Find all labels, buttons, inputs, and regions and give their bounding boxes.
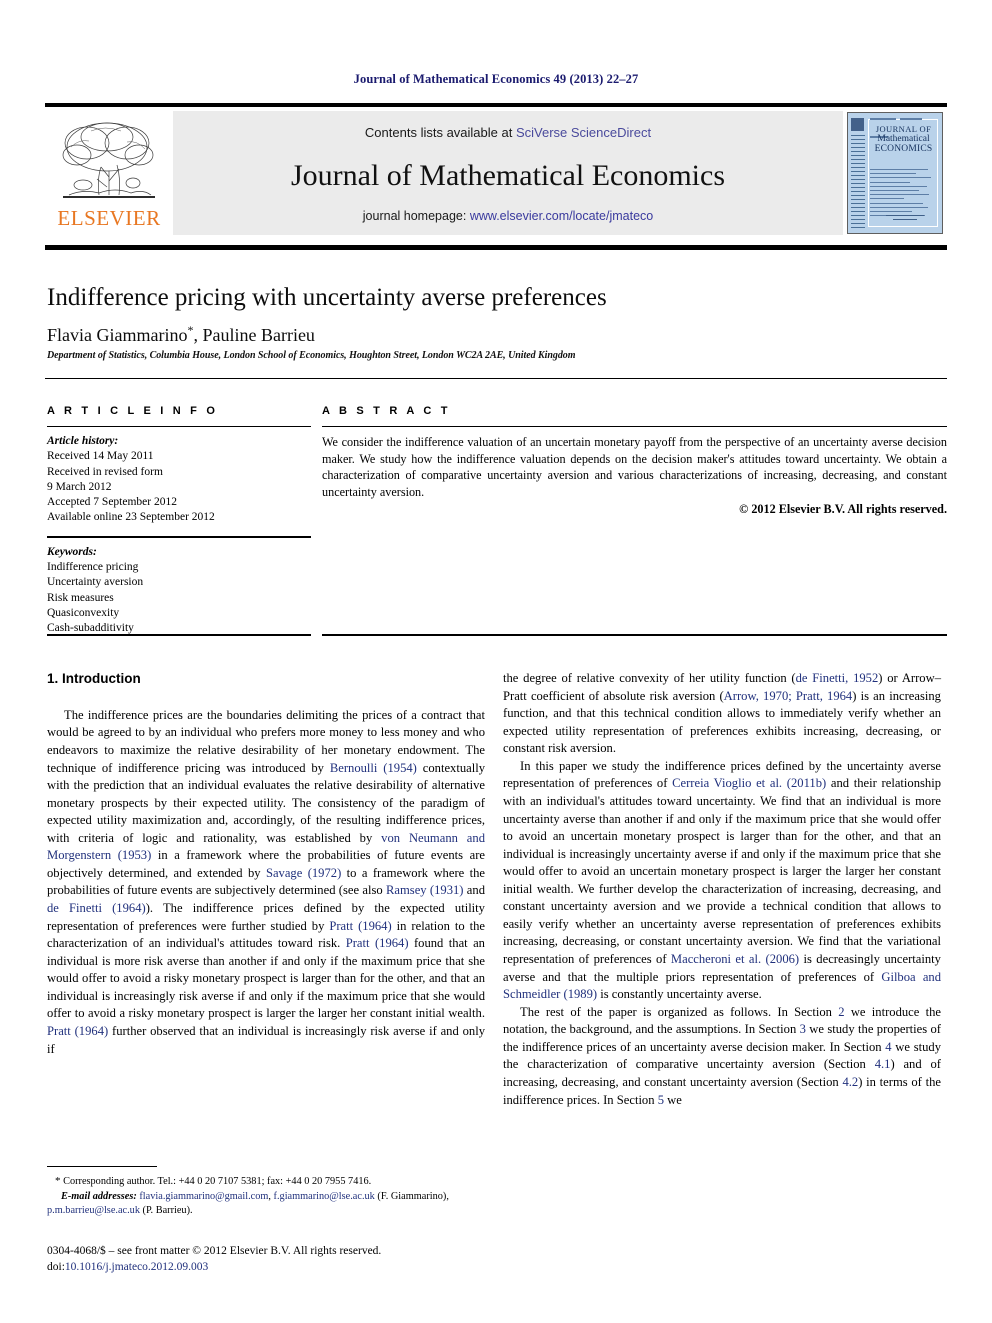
author-rest: , Pauline Barrieu xyxy=(193,325,315,345)
abstract-text: We consider the indifference valuation o… xyxy=(322,435,947,499)
abstract-copyright: © 2012 Elsevier B.V. All rights reserved… xyxy=(739,502,947,517)
running-head: Journal of Mathematical Economics 49 (20… xyxy=(353,72,639,86)
footnote-block: * Corresponding author. Tel.: +44 0 20 7… xyxy=(47,1174,485,1219)
sciencedirect-link[interactable]: SciVerse ScienceDirect xyxy=(516,125,651,140)
email-label: E-mail addresses: xyxy=(61,1190,137,1202)
cover-title-line2: Mathematical xyxy=(877,134,930,145)
elsevier-tree-icon xyxy=(62,122,155,198)
journal-title: Journal of Mathematical Economics xyxy=(290,158,726,192)
asterisk-icon: * xyxy=(55,1175,61,1187)
journal-cover-wrap: JOURNAL OF Mathematical ECONOMICS xyxy=(843,111,947,235)
email-note: E-mail addresses: flavia.giammarino@gmai… xyxy=(47,1190,485,1219)
section-heading-introduction: 1. Introduction xyxy=(47,671,141,686)
contents-available-line: Contents lists available at SciVerse Sci… xyxy=(365,125,651,140)
article-info-rule xyxy=(47,426,311,427)
email-link-1[interactable]: flavia.giammarino@gmail.com xyxy=(139,1191,268,1202)
history-item: 9 March 2012 xyxy=(47,480,112,493)
abstract-bottom-rule xyxy=(322,634,947,636)
author-list: Flavia Giammarino*, Pauline Barrieu xyxy=(47,323,927,346)
abstract-rule xyxy=(322,426,947,427)
homepage-prefix: journal homepage: xyxy=(362,209,470,223)
elsevier-wordmark: ELSEVIER xyxy=(57,206,161,230)
cover-title-line1: JOURNAL OF xyxy=(875,124,932,134)
article-history-label: Article history: xyxy=(47,435,119,447)
imprint-block: 0304-4068/$ – see front matter © 2012 El… xyxy=(47,1243,507,1275)
doi-link[interactable]: 10.1016/j.jmateco.2012.09.003 xyxy=(65,1261,208,1273)
title-bottom-rule xyxy=(45,378,947,379)
footnote-rule xyxy=(47,1166,157,1167)
author-affiliation: Department of Statistics, Columbia House… xyxy=(47,350,576,361)
email-link-3[interactable]: p.m.barrieu@lse.ac.uk xyxy=(47,1205,140,1216)
keyword-item: Risk measures xyxy=(47,591,114,604)
article-info-bottom-rule xyxy=(47,634,311,636)
journal-homepage-link[interactable]: www.elsevier.com/locate/jmateco xyxy=(470,209,653,223)
journal-cover-thumbnail[interactable]: JOURNAL OF Mathematical ECONOMICS xyxy=(847,112,943,234)
history-item: Available online 23 September 2012 xyxy=(47,511,215,524)
keyword-item: Indifference pricing xyxy=(47,560,139,573)
keywords-block: Keywords: Indifference pricing Uncertain… xyxy=(47,545,311,637)
contents-prefix: Contents lists available at xyxy=(364,125,516,140)
abstract-heading: A B S T R A C T xyxy=(322,405,451,417)
title-top-rule xyxy=(45,245,947,250)
masthead-center: Contents lists available at SciVerse Sci… xyxy=(173,111,843,235)
author-first: Flavia Giammarino xyxy=(47,325,188,345)
body-column-left: 1. Introduction The indifference prices … xyxy=(47,670,485,1058)
history-item: Accepted 7 September 2012 xyxy=(47,496,177,509)
email-link-2[interactable]: f.giammarino@lse.ac.uk xyxy=(274,1191,375,1202)
history-item: Received in revised form xyxy=(47,465,163,478)
article-info-heading: A R T I C L E I N F O xyxy=(47,405,219,417)
keyword-item: Quasiconvexity xyxy=(47,606,120,619)
history-item: Received 14 May 2011 xyxy=(47,450,154,463)
elsevier-logo: ELSEVIER xyxy=(45,111,173,235)
keyword-item: Uncertainty aversion xyxy=(47,576,144,589)
cover-title-line3: ECONOMICS xyxy=(874,144,933,155)
article-page: Journal of Mathematical Economics 49 (20… xyxy=(0,0,992,1323)
article-history: Article history: Received 14 May 2011 Re… xyxy=(47,434,311,526)
paragraph: In this paper we study the indifference … xyxy=(503,758,942,1002)
paragraph: The rest of the paper is organized as fo… xyxy=(503,1004,942,1107)
journal-masthead: ELSEVIER Contents lists available at Sci… xyxy=(45,103,947,235)
doi-line: doi:10.1016/j.jmateco.2012.09.003 xyxy=(47,1259,507,1275)
page-title: Indifference pricing with uncertainty av… xyxy=(47,284,607,311)
paragraph: the degree of relative convexity of her … xyxy=(503,671,941,756)
abstract-block: A B S T R A C T We consider the indiffer… xyxy=(322,405,947,517)
article-info-block: A R T I C L E I N F O Article history: R… xyxy=(47,405,311,636)
corresponding-author-text: Corresponding author. Tel.: +44 0 20 710… xyxy=(63,1176,372,1187)
body-column-right: the degree of relative convexity of her … xyxy=(503,670,941,1109)
email-owner-1: (F. Giammarino), xyxy=(374,1190,449,1202)
corresponding-author-note: * Corresponding author. Tel.: +44 0 20 7… xyxy=(47,1174,485,1190)
keywords-top-rule xyxy=(47,535,311,538)
journal-homepage-line: journal homepage: www.elsevier.com/locat… xyxy=(363,209,653,223)
imprint-line: 0304-4068/$ – see front matter © 2012 El… xyxy=(47,1245,382,1257)
email-owner-2: (P. Barrieu). xyxy=(139,1205,193,1217)
paragraph: The indifference prices are the boundari… xyxy=(47,707,486,1056)
cover-title: JOURNAL OF Mathematical ECONOMICS xyxy=(870,124,937,155)
keywords-label: Keywords: xyxy=(47,545,97,558)
doi-prefix: doi: xyxy=(47,1261,65,1274)
